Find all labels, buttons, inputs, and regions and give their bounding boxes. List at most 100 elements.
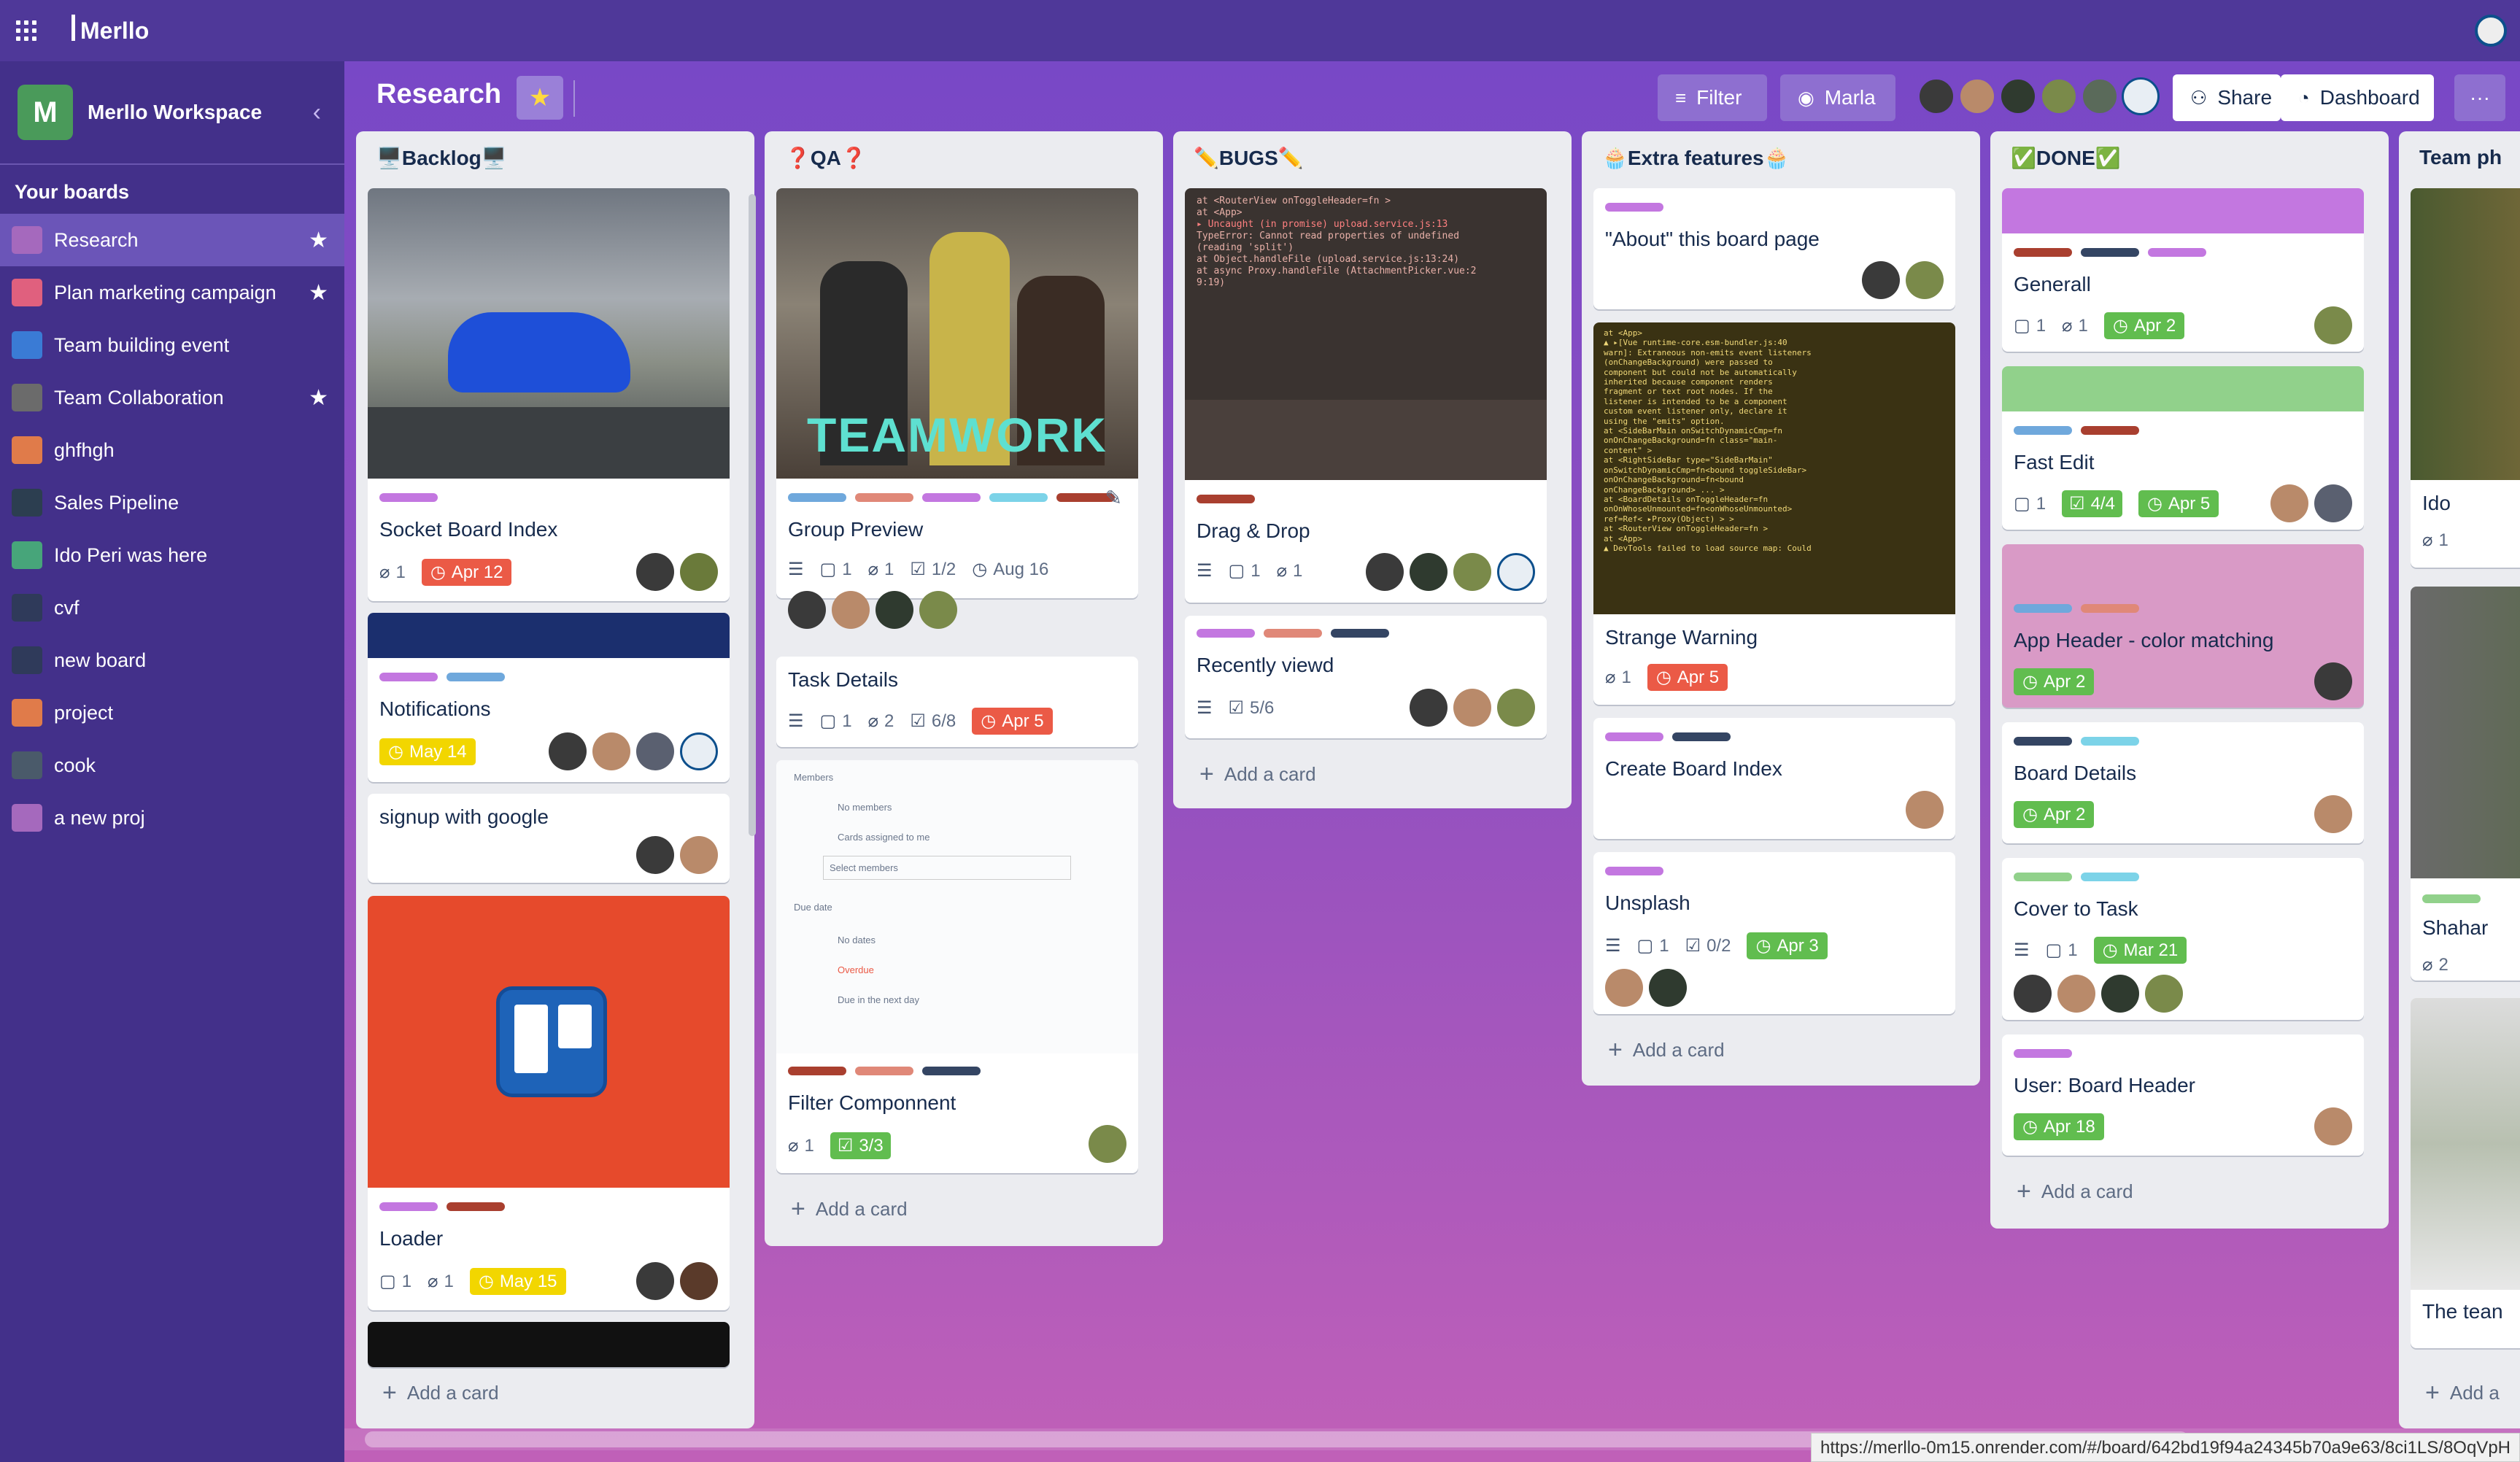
card[interactable]: Loader ▢ 1 ⌀ 1 ◷ May 15 [368,896,730,1310]
card[interactable]: Recently viewd ☰ ☑ 5/6 [1185,616,1547,738]
member-avatar [2314,1107,2352,1145]
add-card-button[interactable]: + Add a card [1608,1036,1725,1064]
card[interactable]: Shahar ⌀ 2 [2411,587,2520,981]
comments-badge: ▢ 1 [2014,315,2046,336]
list-scrollbar[interactable] [749,194,756,836]
card[interactable]: Notifications ◷ May 14 [368,613,730,782]
sidebar-item-team-building-event[interactable]: Team building event [0,319,344,371]
member-avatar[interactable] [2040,77,2078,115]
card[interactable]: Task Details ☰ ▢ 1 ⌀ 2 ☑ 6/8 ◷ Apr 5 [776,657,1138,747]
card[interactable]: Members No members Cards assigned to me … [776,760,1138,1173]
add-card-button[interactable]: + Add a card [2017,1177,2133,1206]
filter-button[interactable]: ≡ Filter [1658,74,1767,121]
star-board-icon[interactable]: ★ [517,76,563,120]
member-avatar[interactable] [1958,77,1996,115]
due-date-badge[interactable]: ◷ Apr 5 [2138,490,2219,517]
sidebar-item-research[interactable]: Research ★ [0,214,344,266]
member-avatar[interactable] [1917,77,1955,115]
sidebar-item-project[interactable]: project [0,686,344,739]
dashboard-button[interactable]: ◔ Dashboard [2281,74,2434,121]
label [989,493,1048,502]
card[interactable]: App Header - color matching ◷ Apr 2 [2002,544,2364,708]
add-card-button[interactable]: + Add a card [1199,760,1316,789]
due-date-badge[interactable]: ◷ Apr 18 [2014,1113,2104,1140]
add-card-button[interactable]: + Add a card [791,1195,908,1223]
member-filter-button[interactable]: ◉ Marla [1780,74,1895,121]
card[interactable]: Unsplash ☰ ▢ 1 ☑ 0/2 ◷ Apr 3 [1593,852,1955,1014]
card-title: Unsplash [1605,891,1690,914]
card[interactable]: TEAMWORK ✎ Group Preview ☰ ▢ 1 ⌀ 1 ☑ 1/2 ◷ A… [776,188,1138,598]
star-icon[interactable]: ★ [309,280,328,306]
cover-line: Select members [823,856,1071,880]
card[interactable]: Socket Board Index ⌀ 1 ◷ Apr 12 [368,188,730,601]
board-title[interactable]: Research [376,79,501,110]
app-logo[interactable]: Merllo [71,15,149,45]
card-cover-partial[interactable] [368,1322,730,1367]
list-title[interactable]: ✏️BUGS✏️ [1194,146,1304,170]
checklist-icon: ☑ [1228,698,1245,718]
due-date-badge[interactable]: ◷ Apr 2 [2103,312,2185,339]
sidebar-item-team-collaboration[interactable]: Team Collaboration ★ [0,371,344,424]
list-title[interactable]: 🖥️Backlog🖥️ [376,146,507,170]
sidebar-item-ghfhgh[interactable]: ghfhgh [0,424,344,476]
sidebar-item-new-board[interactable]: new board [0,634,344,686]
share-button[interactable]: ⚇ Share [2173,74,2281,121]
edit-card-icon[interactable]: ✎ [1105,486,1122,510]
card[interactable]: at <App> ▲ ▸[Vue runtime-core.esm-bundle… [1593,322,1955,705]
card[interactable]: The tean [2411,998,2520,1348]
card[interactable]: Fast Edit ▢ 1 ☑ 4/4 ◷ Apr 5 [2002,366,2364,530]
card[interactable]: Cover to Task ☰ ▢ 1 ◷ Mar 21 [2002,858,2364,1020]
member-avatar [919,591,957,629]
due-date-badge[interactable]: ◷ Apr 2 [2014,801,2095,828]
card[interactable]: Board Details ◷ Apr 2 [2002,722,2364,843]
due-date-badge[interactable]: ◷ Apr 5 [1647,664,1728,691]
member-avatar[interactable] [2081,77,2119,115]
list-title[interactable]: 🧁Extra features🧁 [1602,146,1789,170]
member-avatar [1410,689,1448,727]
list-title[interactable]: Team ph [2419,146,2502,169]
header-divider [573,80,575,117]
star-icon[interactable]: ★ [309,385,328,411]
due-date-badge[interactable]: ◷ Aug 16 [972,559,1048,580]
list-title[interactable]: ❓QA❓ [785,146,867,170]
apps-grid-icon[interactable] [16,20,36,41]
due-date-badge[interactable]: ◷ May 15 [469,1268,566,1295]
collapse-sidebar-icon[interactable]: ‹ [313,98,321,127]
sidebar-item-ido-peri-was-here[interactable]: Ido Peri was here [0,529,344,581]
card[interactable]: "About" this board page [1593,188,1955,309]
card[interactable]: Create Board Index [1593,718,1955,839]
sidebar-item-cook[interactable]: cook [0,739,344,792]
sidebar-item-a-new-proj[interactable]: a new proj [0,792,344,844]
due-date-badge[interactable]: ◷ Mar 21 [2093,937,2187,964]
star-icon[interactable]: ★ [309,228,328,253]
card[interactable]: at <RouterView onToggleHeader=fn > at <A… [1185,188,1547,603]
card[interactable]: signup with google [368,794,730,883]
user-avatar[interactable] [2475,15,2507,47]
sidebar-item-plan-marketing-campaign[interactable]: Plan marketing campaign ★ [0,266,344,319]
sidebar-item-cvf[interactable]: cvf [0,581,344,634]
member-avatar[interactable] [1999,77,2037,115]
workspace-name: Merllo Workspace [88,101,263,123]
sidebar-item-sales-pipeline[interactable]: Sales Pipeline [0,476,344,529]
more-menu-button[interactable]: ··· [2454,74,2505,121]
member-avatar [2314,484,2352,522]
card[interactable]: Ido ⌀ 1 [2411,188,2520,568]
due-date-badge[interactable]: ◷ Apr 2 [2014,668,2095,695]
list-title[interactable]: ✅DONE✅ [2011,146,2121,170]
add-card-button[interactable]: + Add a card [382,1379,499,1407]
add-card-button[interactable]: + Add a [2425,1379,2500,1407]
member-avatar[interactable] [2122,77,2160,115]
card[interactable]: Generall ▢ 1 ⌀ 1 ◷ Apr 2 [2002,188,2364,352]
due-date-badge[interactable]: ◷ Apr 5 [972,708,1053,735]
checklist-icon: ☑ [910,711,926,731]
due-date-badge[interactable]: ◷ May 14 [379,738,476,765]
member-avatar [1410,553,1448,591]
plus-icon: + [1608,1036,1623,1064]
label [379,673,438,681]
label [2422,894,2481,903]
cover-line: fragment or text root nodes. If the [1604,387,1773,397]
due-date-badge[interactable]: ◷ Apr 12 [421,559,512,586]
card[interactable]: User: Board Header ◷ Apr 18 [2002,1034,2364,1156]
due-date-badge[interactable]: ◷ Apr 3 [1747,932,1828,959]
label [379,1202,438,1211]
